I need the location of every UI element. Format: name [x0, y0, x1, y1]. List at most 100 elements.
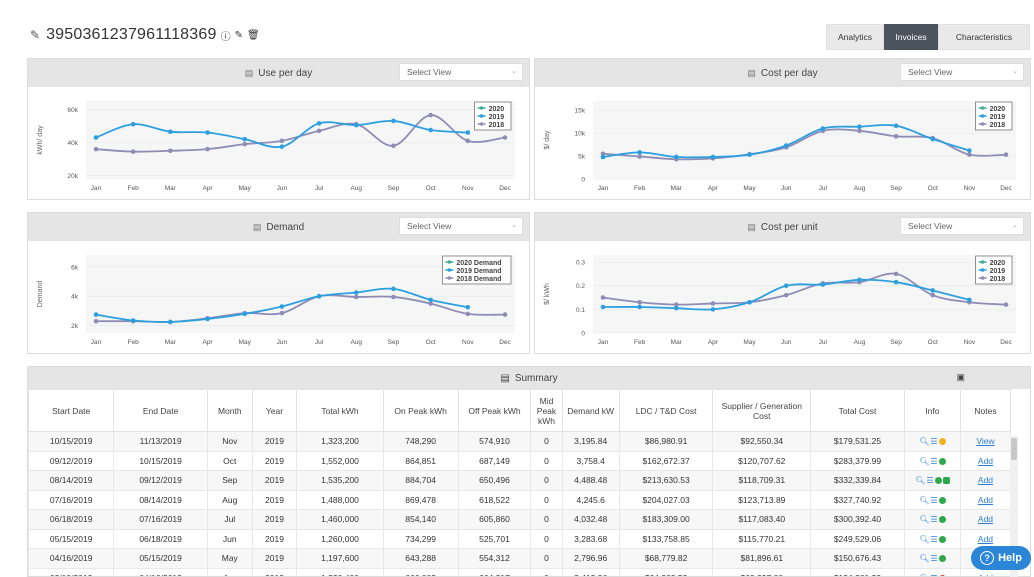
column-header[interactable]: Start Date — [28, 389, 115, 432]
select-view-dropdown[interactable]: Select View ⌄ — [900, 63, 1024, 81]
y-tick-label: 4k — [71, 294, 79, 301]
search-icon[interactable]: 🔍︎ — [919, 554, 929, 563]
table-row[interactable]: 07/16/2019 08/14/2019 Aug 2019 1,488,000 869,… — [28, 489, 1012, 510]
column-header[interactable]: Notes — [959, 389, 1012, 432]
x-tick-label: Jun — [277, 339, 288, 346]
column-header[interactable]: Total Cost — [810, 389, 905, 432]
x-tick-label: Dec — [499, 339, 511, 346]
list-icon[interactable]: ☰ — [930, 437, 937, 446]
y-tick-label: 2k — [71, 323, 79, 330]
search-icon[interactable]: 🔍︎ — [919, 515, 929, 524]
tab-invoices[interactable]: Invoices — [884, 24, 938, 50]
search-icon[interactable]: 🔍︎ — [919, 535, 929, 544]
add-note-link[interactable]: Add — [978, 456, 993, 466]
data-point — [465, 130, 471, 135]
table-cell: 525,701 — [457, 528, 532, 549]
view-note-link[interactable]: View — [976, 436, 994, 446]
list-icon[interactable]: ☰ — [930, 535, 937, 544]
legend-label: 2020 — [489, 106, 505, 113]
select-view-dropdown[interactable]: Select View ⌄ — [900, 217, 1024, 235]
column-header[interactable]: Supplier / Generation Cost — [712, 389, 812, 432]
table-cell: 554,312 — [457, 548, 532, 569]
table-row[interactable]: 03/18/201904/16/2019Apr20191,330,400666,… — [28, 567, 1012, 576]
table-cell: $92,550.34 — [712, 431, 812, 452]
x-tick-label: Sep — [890, 339, 902, 346]
table-cell: $68,779.82 — [618, 548, 714, 569]
table-row[interactable]: 09/12/2019 10/15/2019 Oct 2019 1,552,000 864,… — [28, 450, 1012, 471]
cost-per-day-panel: ▤ Cost per day Select View ⌄ $/ day 15k 10k… — [534, 58, 1031, 200]
legend-marker — [479, 122, 484, 126]
table-cell: 618,522 — [457, 489, 532, 510]
column-header[interactable]: Year — [251, 389, 298, 432]
search-icon[interactable]: 🔍︎ — [919, 496, 929, 505]
data-point — [710, 154, 716, 160]
status-icon[interactable] — [938, 496, 946, 504]
table-cell: 2019 — [251, 528, 298, 549]
tab-analytics[interactable]: Analytics — [826, 24, 884, 50]
search-icon[interactable]: 🔍︎ — [919, 437, 929, 446]
add-note-link[interactable]: Add — [978, 495, 993, 505]
status-icon[interactable] — [938, 535, 946, 543]
data-point — [857, 128, 862, 134]
add-note-link[interactable]: Add — [978, 475, 993, 485]
legend-marker — [447, 260, 452, 264]
list-icon[interactable]: ☰ — [930, 515, 937, 524]
add-note-link[interactable]: Add — [978, 514, 993, 524]
table-cell: 748,290 — [382, 431, 459, 452]
column-header[interactable]: Demand kW — [561, 389, 620, 432]
user-icon[interactable] — [942, 477, 950, 485]
column-header[interactable]: Month — [206, 389, 253, 432]
data-point — [93, 146, 99, 152]
x-tick-label: Apr — [708, 185, 719, 192]
column-header[interactable]: LDC / T&D Cost — [618, 389, 714, 432]
info-icon[interactable]: ⓘ — [221, 28, 231, 43]
column-header[interactable]: End Date — [113, 389, 208, 432]
list-icon[interactable]: ☰ — [930, 496, 937, 505]
list-icon[interactable]: ☰ — [930, 457, 937, 466]
demand-panel: ▤ Demand Select View ⌄ Demand 6k 4k 2k Jan Feb… — [27, 212, 530, 354]
column-header[interactable]: Mid Peak kWh — [530, 389, 563, 432]
status-icon[interactable] — [938, 516, 946, 524]
tab-characteristics[interactable]: Characteristics — [938, 24, 1030, 50]
status-icon[interactable] — [938, 438, 946, 446]
table-row[interactable]: 06/18/2019 07/16/2019 Jul 2019 1,460,000 854,… — [28, 509, 1012, 530]
table-row[interactable]: 05/15/2019 06/18/2019 Jun 2019 1,260,000 734,… — [28, 528, 1012, 549]
list-icon[interactable]: ☰ — [926, 476, 933, 485]
trash-icon[interactable]: 🗑 — [247, 30, 260, 41]
search-icon[interactable]: 🔍︎ — [919, 457, 929, 466]
column-header[interactable]: Total kWh — [296, 389, 384, 432]
table-cell: 2019 — [251, 450, 298, 471]
list-icon[interactable]: ☰ — [930, 554, 937, 563]
column-header[interactable]: On Peak kWh — [382, 389, 459, 432]
add-note-link[interactable]: Add — [978, 573, 993, 576]
plot-area — [593, 101, 1016, 179]
table-cell: 1,460,000 — [296, 509, 384, 530]
column-header[interactable]: Info — [903, 389, 961, 432]
edit-icon[interactable]: ✎ — [235, 30, 243, 41]
table-cell: Aug — [206, 489, 253, 510]
search-icon[interactable]: 🔍︎ — [915, 476, 925, 485]
legend-marker — [479, 114, 484, 118]
x-tick-label: Aug — [350, 185, 362, 192]
notes-cell: Add — [959, 509, 1012, 530]
help-button[interactable]: ? Help — [971, 546, 1031, 570]
status-icon[interactable] — [934, 477, 942, 485]
select-view-dropdown[interactable]: Select View ⌄ — [399, 63, 523, 81]
data-point — [279, 304, 285, 309]
status-icon[interactable] — [938, 457, 946, 465]
table-row[interactable]: 10/15/2019 11/13/2019 Nov 2019 1,323,200 748,… — [28, 431, 1012, 452]
add-note-link[interactable]: Add — [978, 534, 993, 544]
chart-title: Cost per day — [760, 67, 818, 79]
select-view-dropdown[interactable]: Select View ⌄ — [399, 217, 523, 235]
data-point — [502, 312, 508, 317]
data-point — [242, 136, 248, 142]
table-row[interactable]: 04/16/2019 05/15/2019 May 2019 1,197,600 643,… — [28, 548, 1012, 569]
table-row[interactable]: 08/14/2019 09/12/2019 Sep 2019 1,535,200 884,… — [28, 470, 1012, 491]
export-excel-icon[interactable]: ▣ — [956, 372, 965, 383]
table-cell: 09/12/2019 — [113, 470, 208, 491]
scrollbar-thumb[interactable] — [1011, 438, 1017, 460]
table-cell: 643,288 — [382, 548, 459, 569]
column-header[interactable]: Off Peak kWh — [457, 389, 532, 432]
x-tick-label: May — [743, 339, 756, 346]
status-icon[interactable] — [938, 555, 946, 563]
